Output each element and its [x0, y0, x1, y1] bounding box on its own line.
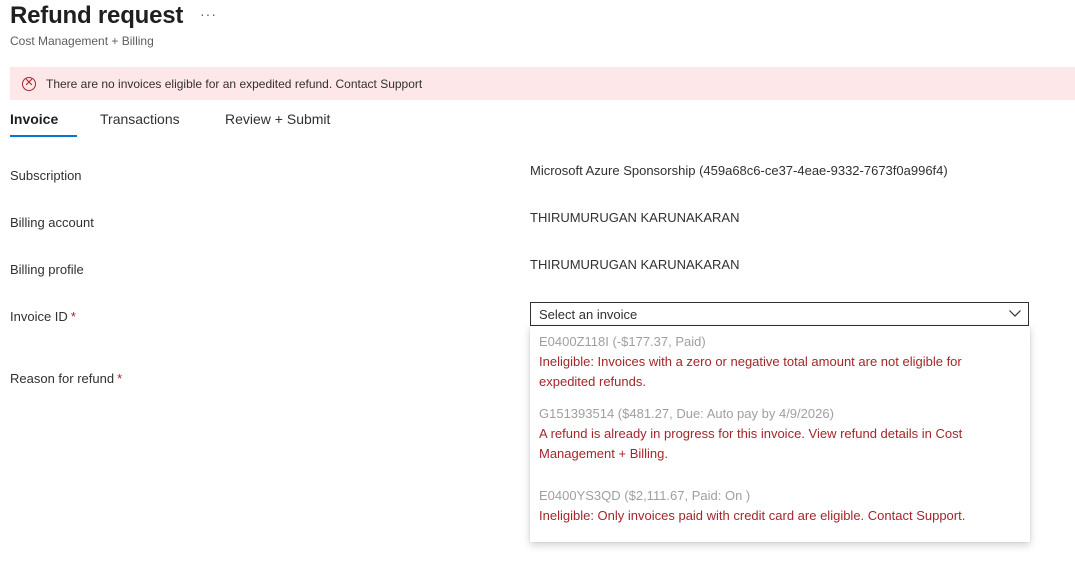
page-title: Refund request [10, 2, 184, 29]
error-circle-icon: ✕ [22, 76, 36, 91]
invoice-id-label: Invoice ID * [10, 309, 76, 324]
invoice-option-message: Ineligible: Only invoices paid with cred… [539, 508, 966, 523]
required-asterisk: * [117, 371, 123, 386]
required-asterisk: * [70, 309, 76, 324]
invoice-option: E0400Z118I (-$177.37, Paid) Ineligible: … [539, 332, 1009, 392]
chevron-down-icon [1009, 310, 1021, 317]
page-subtitle: Cost Management + Billing [10, 34, 154, 48]
invoice-select[interactable]: Select an invoice [530, 302, 1029, 326]
tab-transactions[interactable]: Transactions [100, 111, 180, 127]
invoice-id-label-text: Invoice ID [10, 309, 68, 324]
billing-profile-label: Billing profile [10, 262, 84, 277]
invoice-option-message: A refund is already in progress for this… [539, 426, 963, 461]
more-options-button[interactable]: ··· [200, 6, 217, 22]
reason-label: Reason for refund * [10, 371, 122, 386]
billing-profile-value: THIRUMURUGAN KARUNAKARAN [530, 257, 740, 272]
invoice-option-message: Ineligible: Invoices with a zero or nega… [539, 354, 962, 389]
error-banner: ✕ There are no invoices eligible for an … [10, 67, 1075, 100]
subscription-value: Microsoft Azure Sponsorship (459a68c6-ce… [530, 163, 948, 178]
subscription-label: Subscription [10, 168, 82, 183]
tab-invoice[interactable]: Invoice [10, 111, 58, 127]
reason-label-text: Reason for refund [10, 371, 115, 386]
error-banner-text: There are no invoices eligible for an ex… [46, 76, 423, 91]
invoice-option-title: G151393514 ($481.27, Due: Auto pay by 4/… [539, 406, 834, 421]
billing-account-value: THIRUMURUGAN KARUNAKARAN [530, 210, 740, 225]
tab-review-submit[interactable]: Review + Submit [225, 111, 330, 127]
active-tab-indicator [10, 135, 77, 137]
invoice-option: G151393514 ($481.27, Due: Auto pay by 4/… [539, 404, 1009, 464]
invoice-dropdown-list: E0400Z118I (-$177.37, Paid) Ineligible: … [530, 326, 1030, 542]
billing-account-label: Billing account [10, 215, 94, 230]
invoice-option: E0400YS3QD ($2,111.67, Paid: On ) Inelig… [539, 486, 1009, 526]
invoice-select-placeholder: Select an invoice [539, 307, 638, 322]
invoice-option-title: E0400Z118I (-$177.37, Paid) [539, 334, 706, 349]
invoice-option-title: E0400YS3QD ($2,111.67, Paid: On ) [539, 488, 751, 503]
